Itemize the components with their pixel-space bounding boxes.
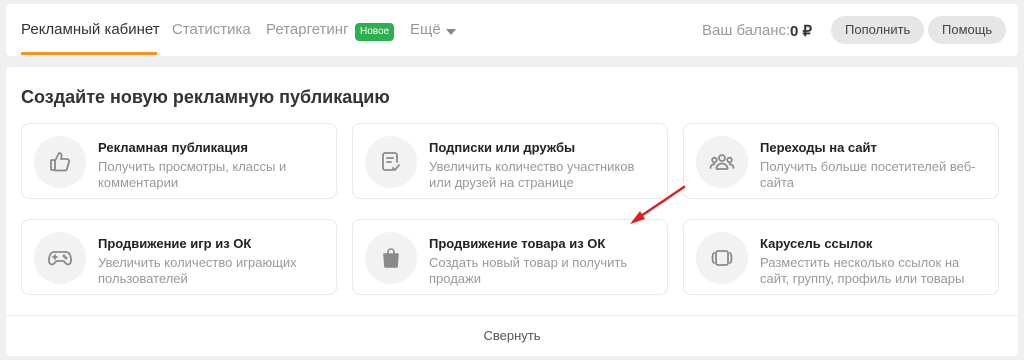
annotation-arrow	[630, 185, 686, 224]
